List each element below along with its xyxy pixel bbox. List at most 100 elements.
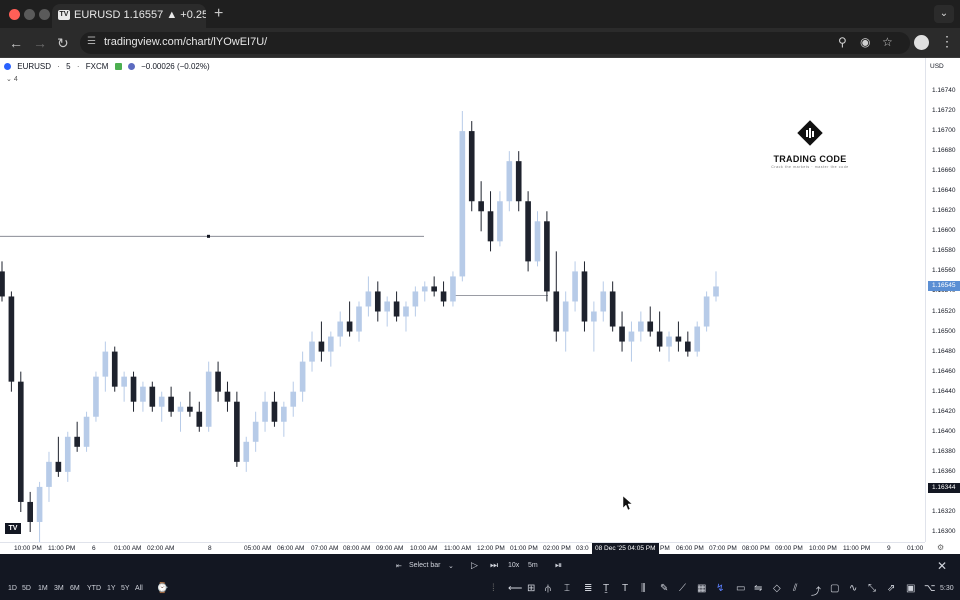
candle (205, 361, 212, 432)
candle (562, 291, 569, 352)
site-info-icon[interactable]: ☰ (87, 36, 97, 48)
trend-line-tool-icon[interactable]: ⟋ (679, 583, 686, 594)
candle (346, 301, 353, 337)
time-axis[interactable]: 10:00 PM 11:00 PM 6 01:00 AM 02:00 AM 8 05:00 … (0, 542, 925, 554)
candle-body (497, 201, 503, 242)
candle-body (74, 436, 80, 447)
replay-speed[interactable]: 10x (508, 562, 519, 569)
candle-body (647, 321, 654, 332)
candle-body (93, 376, 99, 417)
time-label: 05:00 AM (244, 545, 272, 552)
candle (17, 371, 24, 512)
close-replay-icon[interactable]: ✕ (937, 559, 947, 573)
price-label: 1.16400 (932, 427, 956, 435)
candle-body (234, 401, 240, 462)
reload-icon[interactable]: ↻ (57, 35, 69, 52)
candle-body (384, 301, 391, 312)
time-label: 03:0 (576, 545, 589, 552)
curve-tool-icon[interactable]: ⤴ (811, 583, 821, 598)
more-tools-icon[interactable]: ⌥ (924, 583, 936, 594)
eye-icon[interactable]: ◉ (860, 35, 870, 49)
zoom-window-button[interactable] (39, 9, 50, 20)
tradingview-logo-icon[interactable]: TV (5, 523, 21, 534)
profile-avatar[interactable] (914, 35, 929, 50)
range-button[interactable]: 5Y (121, 585, 130, 592)
text-t-tool-icon[interactable]: T (622, 583, 628, 594)
jump-to-realtime-icon[interactable]: ⏯ (555, 560, 562, 571)
close-window-button[interactable] (9, 9, 20, 20)
price-label: 1.16320 (932, 507, 956, 515)
candle-body (168, 396, 174, 412)
chart-settings-icon[interactable]: ⚙ (937, 543, 944, 552)
candle-body (440, 291, 447, 302)
time-label: 08:00 AM (343, 545, 371, 552)
price-scale[interactable]: USD 1.16740 1.16720 1.16700 1.16680 1.16660 1… (925, 58, 960, 542)
currency-label[interactable]: USD (930, 63, 944, 70)
url-bar[interactable]: ☰ tradingview.com/chart/lYOwEI7U/ ⚲ ◉ ☆ (80, 32, 910, 54)
price-label: 1.16460 (932, 367, 956, 375)
fib-tool-icon[interactable]: ≣ (584, 583, 592, 594)
image-tool-icon[interactable]: ▣ (906, 583, 915, 594)
time-label: 09:00 PM (775, 545, 803, 552)
candle (393, 291, 400, 322)
bars-pattern-tool-icon[interactable]: ⫼ (641, 583, 646, 594)
candle-body (36, 486, 43, 522)
pitchfork-tool-icon[interactable]: ⫛ (545, 583, 551, 594)
forward-icon[interactable]: → (33, 35, 47, 51)
candle (365, 276, 372, 317)
browser-tab-active[interactable]: TV EURUSD 1.16557 ▲ +0.25% ✕ (52, 4, 206, 28)
horizontal-ray-tool-icon[interactable]: ⟵ (508, 583, 522, 594)
shape-tool-icon[interactable]: ◇ (773, 583, 781, 594)
bookmark-star-icon[interactable]: ☆ (882, 35, 893, 49)
line-handle[interactable] (207, 234, 210, 238)
range-button[interactable]: 5D (22, 585, 31, 592)
play-icon[interactable]: ▷ (471, 560, 478, 571)
candle-body (64, 436, 71, 472)
back-icon[interactable]: ← (9, 35, 23, 51)
select-bar-button[interactable]: Select bar (409, 562, 441, 569)
candle (262, 391, 268, 432)
chart-pane[interactable]: EURUSD · 5 · FXCM −0.00026 (−0.02%) ⌄ 4 … (0, 58, 960, 554)
crosshair-box-tool-icon[interactable]: ⊞ (527, 583, 535, 594)
browser-menu-icon[interactable]: ⋮ (940, 33, 954, 50)
range-tool-icon[interactable]: ⇋ (754, 583, 762, 594)
select-bar-icon[interactable]: ⇤ (396, 562, 402, 570)
url-text[interactable]: tradingview.com/chart/lYOwEI7U/ (104, 36, 267, 48)
measure-tool-icon[interactable]: ⤡ (868, 583, 876, 594)
candle-body (252, 421, 259, 442)
tab-search-icon[interactable]: ⌄ (934, 5, 954, 23)
select-bar-dropdown-icon[interactable]: ⌄ (448, 562, 454, 570)
new-tab-icon[interactable]: + (214, 5, 223, 23)
zoom-icon[interactable]: ⚲ (838, 35, 847, 49)
candle-body (591, 311, 597, 322)
goto-date-icon[interactable]: ⌚ (156, 583, 168, 594)
cursor-text-tool-icon[interactable]: ⌶ (564, 583, 570, 594)
range-button[interactable]: YTD (87, 585, 101, 592)
range-button[interactable]: 6M (70, 585, 80, 592)
rectangle-tool-icon[interactable]: ▢ (830, 583, 839, 594)
price-label: 1.16600 (932, 227, 956, 235)
candle (478, 181, 484, 232)
range-button[interactable]: All (135, 585, 143, 592)
candle-body (600, 291, 607, 312)
candle (403, 301, 409, 332)
replay-interval[interactable]: 5m (528, 562, 538, 569)
callout-tool-icon[interactable]: ▭ (736, 583, 745, 594)
zigzag-tool-icon[interactable]: ∿ (849, 583, 857, 594)
candle-body (684, 341, 691, 352)
text-tool-icon[interactable]: Ṯ (603, 583, 609, 594)
price-label: 1.16420 (932, 407, 956, 415)
range-button[interactable]: 1M (38, 585, 48, 592)
grid-tool-icon[interactable]: ▦ (697, 583, 706, 594)
arrow-tool-icon[interactable]: ⇗ (887, 583, 895, 594)
minimize-window-button[interactable] (24, 9, 35, 20)
magnet-tool-icon[interactable]: ↯ (716, 583, 724, 594)
range-button[interactable]: 3M (54, 585, 64, 592)
candle-body (121, 376, 127, 387)
range-button[interactable]: 1D (8, 585, 17, 592)
parallel-channel-tool-icon[interactable]: ⫽ (793, 583, 797, 594)
time-label: 01:00 (907, 545, 924, 552)
range-button[interactable]: 1Y (107, 585, 116, 592)
forward-step-icon[interactable]: ⏭ (490, 560, 498, 571)
brush-tool-icon[interactable]: ✎ (660, 583, 668, 594)
